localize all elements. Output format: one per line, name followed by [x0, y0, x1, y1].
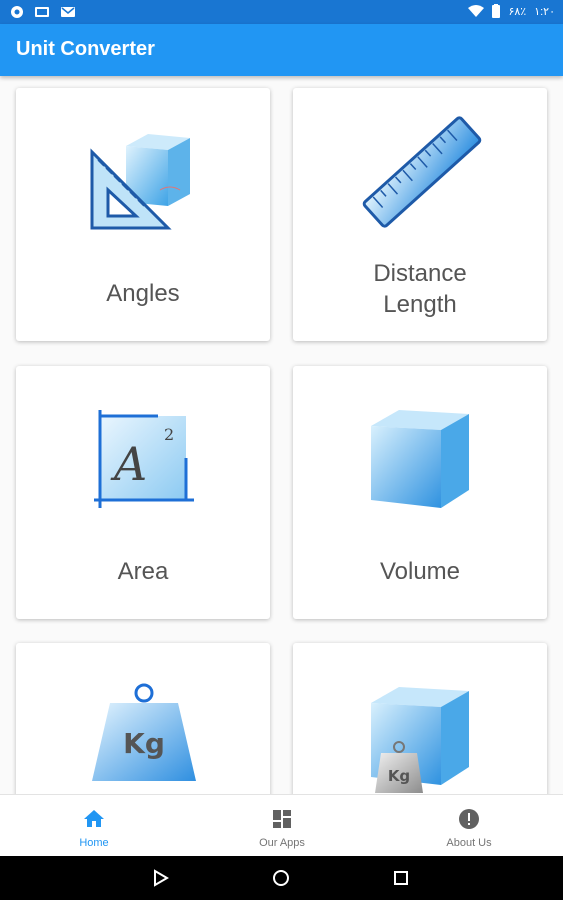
app-bar: Unit Converter	[0, 24, 563, 76]
bottom-navigation: Home Our Apps About Us	[0, 794, 563, 856]
battery-icon	[492, 4, 501, 18]
category-card-volume[interactable]: Volume	[293, 366, 547, 619]
info-icon	[459, 809, 479, 829]
weight-kg-icon: Kg	[92, 683, 196, 781]
back-icon[interactable]	[152, 869, 170, 887]
home-icon	[84, 810, 104, 827]
clock: ۱:۲۰	[534, 5, 555, 18]
nav-label: About Us	[446, 837, 492, 849]
card-label-line2: Length	[383, 291, 457, 318]
category-grid: Angles Distance Length A 2 Area Volume K…	[0, 76, 563, 794]
notification-icon	[11, 6, 23, 18]
nav-about-us[interactable]: About Us	[375, 795, 563, 857]
battery-percent: ۶۸٪	[508, 5, 527, 18]
nav-label: Our Apps	[259, 837, 305, 849]
app-title: Unit Converter	[16, 38, 155, 60]
system-navigation-bar	[0, 856, 563, 900]
angles-icon	[90, 134, 190, 230]
area-icon: A 2	[94, 410, 194, 508]
cube-weight-icon: Kg	[371, 687, 469, 793]
recents-icon[interactable]	[392, 869, 410, 887]
svg-text:A: A	[110, 437, 147, 491]
gallery-notification-icon	[35, 7, 49, 17]
nav-home[interactable]: Home	[0, 795, 188, 857]
svg-text:Kg: Kg	[388, 767, 410, 785]
nav-our-apps[interactable]: Our Apps	[188, 795, 376, 857]
mail-notification-icon	[61, 7, 75, 17]
apps-grid-icon	[273, 810, 291, 828]
category-card-area[interactable]: A 2 Area	[16, 366, 270, 619]
category-card-weight[interactable]: Kg	[16, 643, 270, 794]
card-label: Area	[117, 558, 169, 585]
category-card-distance-length[interactable]: Distance Length	[293, 88, 547, 341]
category-card-angles[interactable]: Angles	[16, 88, 270, 341]
ruler-icon	[362, 116, 482, 228]
card-label: Volume	[379, 558, 461, 585]
card-label: Angles	[106, 280, 180, 307]
svg-text:Kg: Kg	[123, 727, 165, 760]
card-label-line1: Distance	[373, 260, 467, 287]
nav-label: Home	[79, 837, 109, 849]
wifi-icon	[468, 5, 485, 17]
home-circle-icon[interactable]	[272, 869, 290, 887]
cube-icon	[371, 410, 469, 508]
svg-text:2: 2	[164, 425, 174, 444]
category-card-density[interactable]: Kg	[293, 643, 547, 794]
status-bar: ۶۸٪ ۱:۲۰	[0, 0, 563, 24]
